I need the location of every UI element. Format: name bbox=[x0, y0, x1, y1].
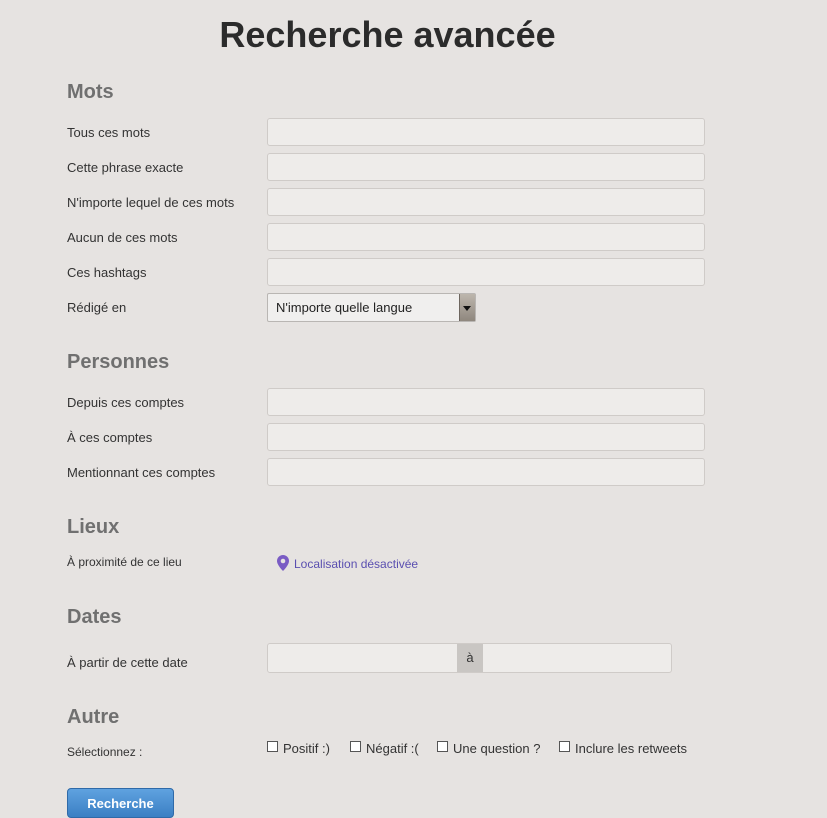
date-separator: à bbox=[457, 644, 483, 672]
location-link-label: Localisation désactivée bbox=[294, 557, 419, 571]
mentioning-accounts-label: Mentionnant ces comptes bbox=[67, 465, 216, 480]
checkbox-retweets[interactable]: Inclure les retweets bbox=[559, 741, 687, 756]
from-accounts-input[interactable] bbox=[267, 388, 705, 416]
chevron-down-icon[interactable] bbox=[459, 294, 475, 321]
checkbox-positive[interactable]: Positif :) bbox=[267, 741, 330, 756]
section-autre: Autre bbox=[67, 706, 120, 728]
from-accounts-label: Depuis ces comptes bbox=[67, 395, 185, 410]
checkbox-box[interactable] bbox=[267, 741, 278, 752]
section-mots: Mots bbox=[67, 81, 114, 103]
map-pin-icon bbox=[277, 555, 289, 571]
location-link[interactable]: Localisation désactivée bbox=[277, 555, 418, 571]
checkbox-negative-label: Négatif :( bbox=[366, 741, 419, 756]
date-to-input[interactable] bbox=[483, 644, 671, 672]
page-title: Recherche avancée bbox=[219, 14, 556, 55]
checkbox-retweets-label: Inclure les retweets bbox=[575, 741, 687, 756]
from-date-label: À partir de cette date bbox=[67, 655, 188, 670]
hashtags-label: Ces hashtags bbox=[67, 265, 147, 280]
to-accounts-input[interactable] bbox=[267, 423, 705, 451]
mentioning-accounts-input[interactable] bbox=[267, 458, 705, 486]
checkbox-box[interactable] bbox=[559, 741, 570, 752]
date-from-input[interactable] bbox=[268, 644, 457, 672]
section-personnes: Personnes bbox=[67, 351, 170, 373]
section-dates: Dates bbox=[67, 606, 122, 628]
to-accounts-label: À ces comptes bbox=[67, 430, 153, 445]
exact-phrase-input[interactable] bbox=[267, 153, 705, 181]
none-words-label: Aucun de ces mots bbox=[67, 230, 178, 245]
select-label: Sélectionnez : bbox=[67, 745, 143, 759]
language-label: Rédigé en bbox=[67, 300, 127, 315]
checkbox-box[interactable] bbox=[350, 741, 361, 752]
checkbox-negative[interactable]: Négatif :( bbox=[350, 741, 419, 756]
checkbox-positive-label: Positif :) bbox=[283, 741, 330, 756]
search-button[interactable]: Recherche bbox=[67, 788, 174, 818]
checkbox-question-label: Une question ? bbox=[453, 741, 541, 756]
checkbox-box[interactable] bbox=[437, 741, 448, 752]
all-words-input[interactable] bbox=[267, 118, 705, 146]
near-place-label: À proximité de ce lieu bbox=[67, 555, 182, 569]
any-words-input[interactable] bbox=[267, 188, 705, 216]
date-range: à bbox=[267, 643, 672, 673]
language-select-value: N'importe quelle langue bbox=[276, 300, 413, 315]
any-words-label: N'importe lequel de ces mots bbox=[67, 195, 235, 210]
section-lieux: Lieux bbox=[67, 516, 120, 538]
checkbox-question[interactable]: Une question ? bbox=[437, 741, 540, 756]
none-words-input[interactable] bbox=[267, 223, 705, 251]
exact-phrase-label: Cette phrase exacte bbox=[67, 160, 184, 175]
hashtags-input[interactable] bbox=[267, 258, 705, 286]
language-select[interactable]: N'importe quelle langue bbox=[267, 293, 476, 322]
all-words-label: Tous ces mots bbox=[67, 125, 151, 140]
